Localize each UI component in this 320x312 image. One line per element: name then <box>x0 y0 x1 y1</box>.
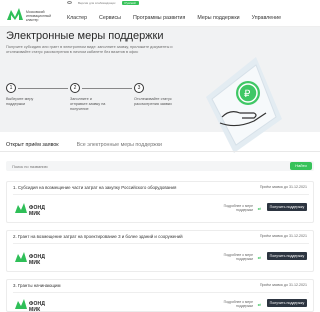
fund-logo: ФОНД МИК <box>15 202 55 217</box>
page-title: Электронные меры поддержки <box>6 30 164 42</box>
support-card: 1. Субсидия на возмещение части затрат н… <box>6 181 314 223</box>
tabs: Открыт приём заявок Все электронные меры… <box>6 142 162 150</box>
arrow-right-icon[interactable]: ⇄ <box>258 206 261 211</box>
eye-icon[interactable] <box>67 1 72 4</box>
fund-logo: ФОНД МИК <box>15 298 55 312</box>
logo-text: Московский инновационный кластер <box>26 10 51 22</box>
step-text-2: Заполните и отправьте заявку на получени… <box>70 97 106 111</box>
step-number-2: 2 <box>70 83 80 93</box>
card-deadline: Приём заявок до 31.12.2021 <box>259 234 307 238</box>
details-link[interactable]: Подробнее о мере поддержки <box>219 300 253 308</box>
nav-item-services[interactable]: Сервисы <box>99 15 121 21</box>
get-support-button[interactable]: Получить поддержку <box>267 299 307 307</box>
nav-item-programs[interactable]: Программы развития <box>133 15 185 21</box>
language-badge[interactable]: Русский <box>121 0 139 5</box>
step-text-1: Выберите меру поддержки <box>6 97 34 106</box>
search-button[interactable]: Найти <box>290 162 312 170</box>
step-connector <box>18 88 68 89</box>
steps-row: 1 2 3 Выберите меру поддержки Заполните … <box>6 83 186 123</box>
tab-all-support-measures[interactable]: Все электронные меры поддержки <box>77 142 162 150</box>
card-divider <box>13 292 309 293</box>
arrow-right-icon[interactable]: ⇄ <box>258 302 261 307</box>
step-number-1: 1 <box>6 83 16 93</box>
nav-item-cluster[interactable]: Кластер <box>67 15 87 21</box>
nav-item-support[interactable]: Меры поддержки <box>197 15 239 21</box>
fund-logo-icon <box>15 299 27 309</box>
get-support-button[interactable]: Получить поддержку <box>267 252 307 260</box>
step-text-3: Отслеживайте статус рассмотрения заявки <box>134 97 172 106</box>
tabs-divider <box>0 151 320 152</box>
accessibility-link[interactable]: Версия для слабовидящих <box>78 1 116 5</box>
fund-logo-icon <box>15 203 27 213</box>
fund-name: ФОНД МИК <box>29 205 46 217</box>
hero-section: Электронные меры поддержки Получите субс… <box>0 27 320 153</box>
card-title[interactable]: 3. Гранты начинающим <box>13 283 223 288</box>
tab-open-applications[interactable]: Открыт приём заявок <box>6 142 59 150</box>
fund-name: ФОНД МИК <box>29 301 46 312</box>
card-deadline: Приём заявок до 31.12.2021 <box>259 283 307 287</box>
card-title[interactable]: 2. Грант на возмещение затрат на проекти… <box>13 234 223 239</box>
hero-description: Получите субсидию или грант в электронно… <box>6 45 173 55</box>
arrow-right-icon[interactable]: ⇄ <box>258 255 261 260</box>
fund-logo: ФОНД МИК <box>15 251 55 266</box>
card-divider <box>13 194 309 195</box>
details-link[interactable]: Подробнее о мере поддержки <box>219 204 253 212</box>
fund-logo-icon <box>15 252 27 262</box>
card-deadline: Приём заявок до 31.12.2021 <box>259 185 307 189</box>
site-header: Московский инновационный кластер Кластер… <box>0 5 320 27</box>
main-nav: Кластер Сервисы Программы развития Меры … <box>67 15 281 21</box>
fund-name: ФОНД МИК <box>29 254 46 266</box>
search-bar: Найти <box>6 161 314 171</box>
step-number-3: 3 <box>134 83 144 93</box>
search-input[interactable] <box>12 162 282 170</box>
support-card: 2. Грант на возмещение затрат на проекти… <box>6 230 314 272</box>
nav-item-management[interactable]: Управление <box>252 15 281 21</box>
card-divider <box>13 243 309 244</box>
cluster-logo-icon[interactable] <box>6 7 24 21</box>
card-title[interactable]: 1. Субсидия на возмещение части затрат н… <box>13 185 223 190</box>
step-connector <box>82 88 132 89</box>
svg-text:₽: ₽ <box>244 89 251 100</box>
get-support-button[interactable]: Получить поддержку <box>267 203 307 211</box>
hand-coin-illustration-icon: ₽ <box>206 57 282 153</box>
support-card: 3. Гранты начинающим Приём заявок до 31.… <box>6 279 314 312</box>
details-link[interactable]: Подробнее о мере поддержки <box>219 253 253 261</box>
